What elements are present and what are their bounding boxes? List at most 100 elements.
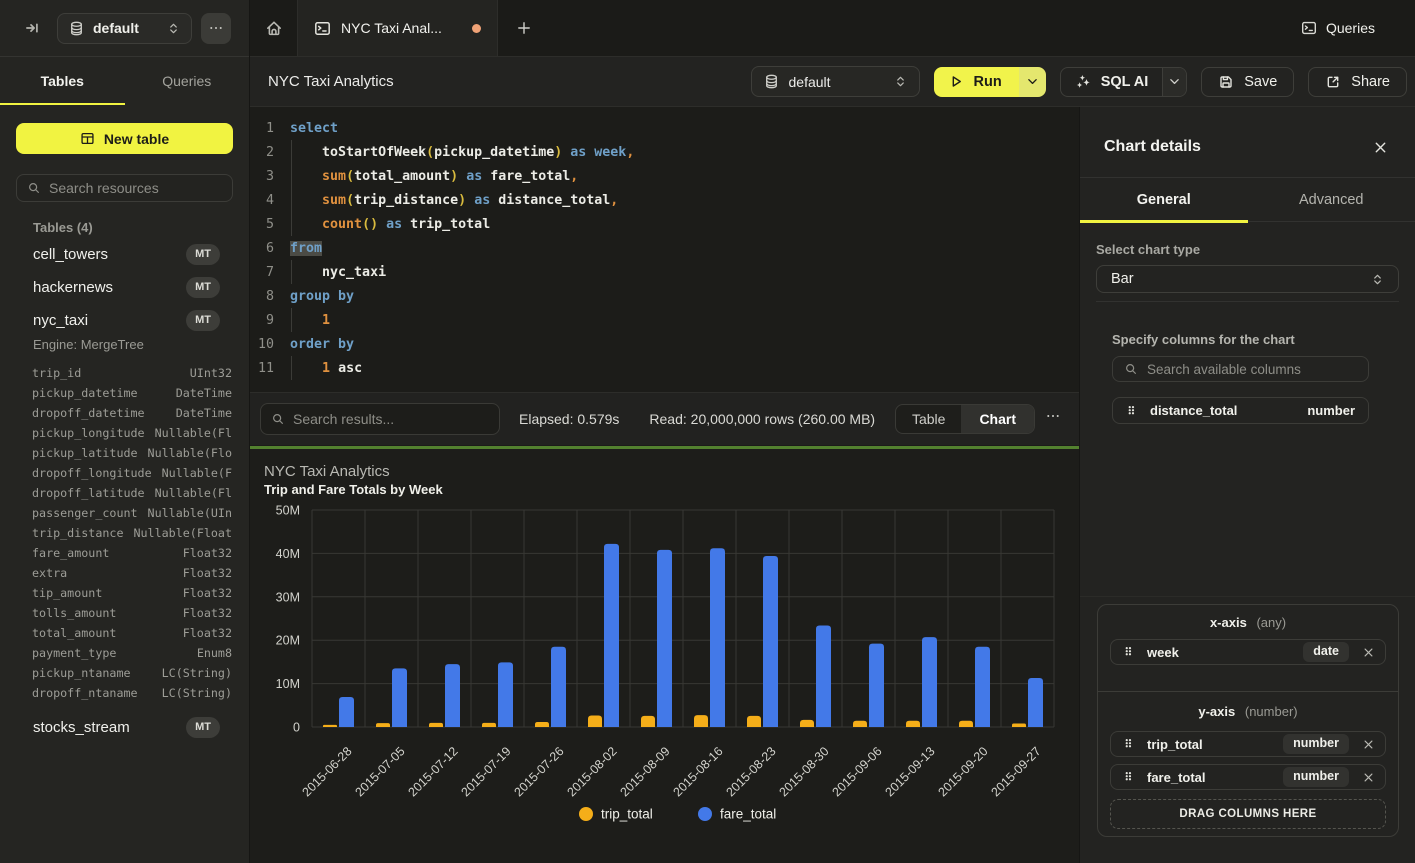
editor-line-11[interactable]: 11 1 asc [250, 356, 1079, 380]
sidebar-tab-tables[interactable]: Tables [0, 57, 125, 104]
run-dropdown-button[interactable] [1019, 67, 1046, 97]
bar-fare_total-2015-09-06[interactable] [869, 644, 884, 727]
table-row-nyc_taxi[interactable]: nyc_taxi MT [0, 304, 249, 337]
run-button[interactable]: Run [934, 67, 1046, 97]
table-row-stocks_stream[interactable]: stocks_stream MT [0, 711, 249, 744]
view-toggle-table[interactable]: Table [896, 405, 961, 433]
bar-trip_total-2015-07-05[interactable] [376, 723, 390, 727]
drag-grip-icon[interactable] [1123, 770, 1136, 784]
new-tab-button[interactable] [506, 0, 542, 56]
y-axis-item-trip_total[interactable]: trip_total number [1110, 731, 1386, 757]
editor-line-1[interactable]: 1 select [250, 116, 1079, 140]
drag-grip-icon[interactable] [1126, 404, 1139, 418]
collapse-sidebar-icon[interactable] [26, 22, 38, 34]
query-tab[interactable]: NYC Taxi Anal... [297, 0, 498, 56]
sql-editor[interactable]: 1 select 2 toStartOfWeek(pickup_datetime… [250, 107, 1079, 392]
bar-fare_total-2015-08-02[interactable] [604, 544, 619, 727]
column-row[interactable]: tip_amount Float32 [32, 583, 232, 603]
bar-fare_total-2015-07-19[interactable] [498, 662, 513, 727]
bar-trip_total-2015-09-06[interactable] [853, 721, 867, 727]
columns-search-input[interactable] [1147, 362, 1357, 377]
bar-fare_total-2015-08-30[interactable] [816, 625, 831, 727]
sidebar-search-input[interactable] [49, 180, 222, 196]
x-axis-item-week[interactable]: week date [1110, 639, 1386, 665]
drag-grip-icon[interactable] [1123, 645, 1136, 659]
column-row[interactable]: payment_type Enum8 [32, 643, 232, 663]
panel-tab-advanced[interactable]: Advanced [1248, 178, 1415, 221]
bar-trip_total-2015-09-27[interactable] [1012, 724, 1026, 727]
editor-line-7[interactable]: 7 nyc_taxi [250, 260, 1079, 284]
panel-tab-general[interactable]: General [1080, 178, 1248, 221]
bar-trip_total-2015-08-16[interactable] [694, 715, 708, 727]
column-row[interactable]: dropoff_longitude Nullable(F [32, 463, 232, 483]
drag-columns-dropzone[interactable]: DRAG COLUMNS HERE [1110, 799, 1386, 829]
editor-line-3[interactable]: 3 sum(total_amount) as fare_total, [250, 164, 1079, 188]
results-more-button[interactable] [1046, 409, 1060, 423]
bar-fare_total-2015-08-23[interactable] [763, 556, 778, 727]
home-button[interactable] [250, 0, 297, 56]
editor-line-2[interactable]: 2 toStartOfWeek(pickup_datetime) as week… [250, 140, 1079, 164]
chart-type-select[interactable]: Bar [1096, 265, 1399, 293]
bar-fare_total-2015-09-27[interactable] [1028, 678, 1043, 727]
column-row[interactable]: trip_id UInt32 [32, 363, 232, 383]
sql-ai-button-main[interactable]: SQL AI [1061, 68, 1163, 96]
share-button[interactable]: Share [1308, 67, 1407, 97]
column-row[interactable]: trip_distance Nullable(Float [32, 523, 232, 543]
sidebar-tab-queries[interactable]: Queries [125, 57, 250, 104]
legend-label-fare_total[interactable]: fare_total [720, 807, 776, 822]
sql-ai-button[interactable]: SQL AI [1060, 67, 1188, 97]
editor-line-4[interactable]: 4 sum(trip_distance) as distance_total, [250, 188, 1079, 212]
editor-line-8[interactable]: 8 group by [250, 284, 1079, 308]
bar-fare_total-2015-06-28[interactable] [339, 697, 354, 727]
column-row[interactable]: pickup_latitude Nullable(Flo [32, 443, 232, 463]
toolbar-database-select[interactable]: default [751, 66, 920, 97]
bar-trip_total-2015-08-23[interactable] [747, 716, 761, 727]
bar-fare_total-2015-07-26[interactable] [551, 647, 566, 727]
editor-line-5[interactable]: 5 count() as trip_total [250, 212, 1079, 236]
table-row-hackernews[interactable]: hackernews MT [0, 271, 249, 304]
available-column-distance_total[interactable]: distance_total number [1112, 397, 1369, 424]
queries-button[interactable]: Queries [1301, 0, 1375, 56]
bar-trip_total-2015-08-02[interactable] [588, 715, 602, 727]
bar-trip_total-2015-09-20[interactable] [959, 721, 973, 727]
bar-fare_total-2015-09-20[interactable] [975, 647, 990, 727]
editor-line-9[interactable]: 9 1 [250, 308, 1079, 332]
legend-label-trip_total[interactable]: trip_total [601, 807, 653, 822]
bar-trip_total-2015-07-12[interactable] [429, 723, 443, 727]
column-row[interactable]: tolls_amount Float32 [32, 603, 232, 623]
drag-grip-icon[interactable] [1123, 737, 1136, 751]
save-button[interactable]: Save [1201, 67, 1294, 97]
new-table-button[interactable]: New table [16, 123, 233, 154]
column-row[interactable]: pickup_datetime DateTime [32, 383, 232, 403]
bar-trip_total-2015-07-19[interactable] [482, 723, 496, 727]
bar-chart[interactable]: 010M20M30M40M50M2015-06-282015-07-052015… [250, 449, 1079, 863]
remove-column-icon[interactable] [1362, 771, 1375, 784]
column-row[interactable]: total_amount Float32 [32, 623, 232, 643]
column-row[interactable]: extra Float32 [32, 563, 232, 583]
column-row[interactable]: dropoff_datetime DateTime [32, 403, 232, 423]
editor-line-6[interactable]: 6 from [250, 236, 1079, 260]
run-button-main[interactable]: Run [934, 67, 1019, 97]
bar-fare_total-2015-07-05[interactable] [392, 668, 407, 727]
column-row[interactable]: dropoff_latitude Nullable(Fl [32, 483, 232, 503]
column-row[interactable]: fare_amount Float32 [32, 543, 232, 563]
column-row[interactable]: dropoff_ntaname LC(String) [32, 683, 232, 703]
sql-ai-dropdown-button[interactable] [1162, 68, 1186, 96]
bar-trip_total-2015-07-26[interactable] [535, 722, 549, 727]
y-axis-item-fare_total[interactable]: fare_total number [1110, 764, 1386, 790]
table-row-cell_towers[interactable]: cell_towers MT [0, 238, 249, 271]
results-search-input[interactable] [293, 411, 489, 427]
bar-trip_total-2015-08-09[interactable] [641, 716, 655, 727]
close-panel-icon[interactable] [1373, 140, 1388, 155]
bar-fare_total-2015-07-12[interactable] [445, 664, 460, 727]
remove-column-icon[interactable] [1362, 646, 1375, 659]
sidebar-more-button[interactable] [201, 13, 231, 44]
bar-trip_total-2015-08-30[interactable] [800, 720, 814, 727]
bar-trip_total-2015-06-28[interactable] [323, 725, 337, 727]
bar-fare_total-2015-08-09[interactable] [657, 550, 672, 727]
sidebar-database-select[interactable]: default [57, 13, 192, 44]
view-toggle-chart[interactable]: Chart [961, 405, 1034, 433]
bar-trip_total-2015-09-13[interactable] [906, 721, 920, 727]
remove-column-icon[interactable] [1362, 738, 1375, 751]
editor-line-10[interactable]: 10 order by [250, 332, 1079, 356]
